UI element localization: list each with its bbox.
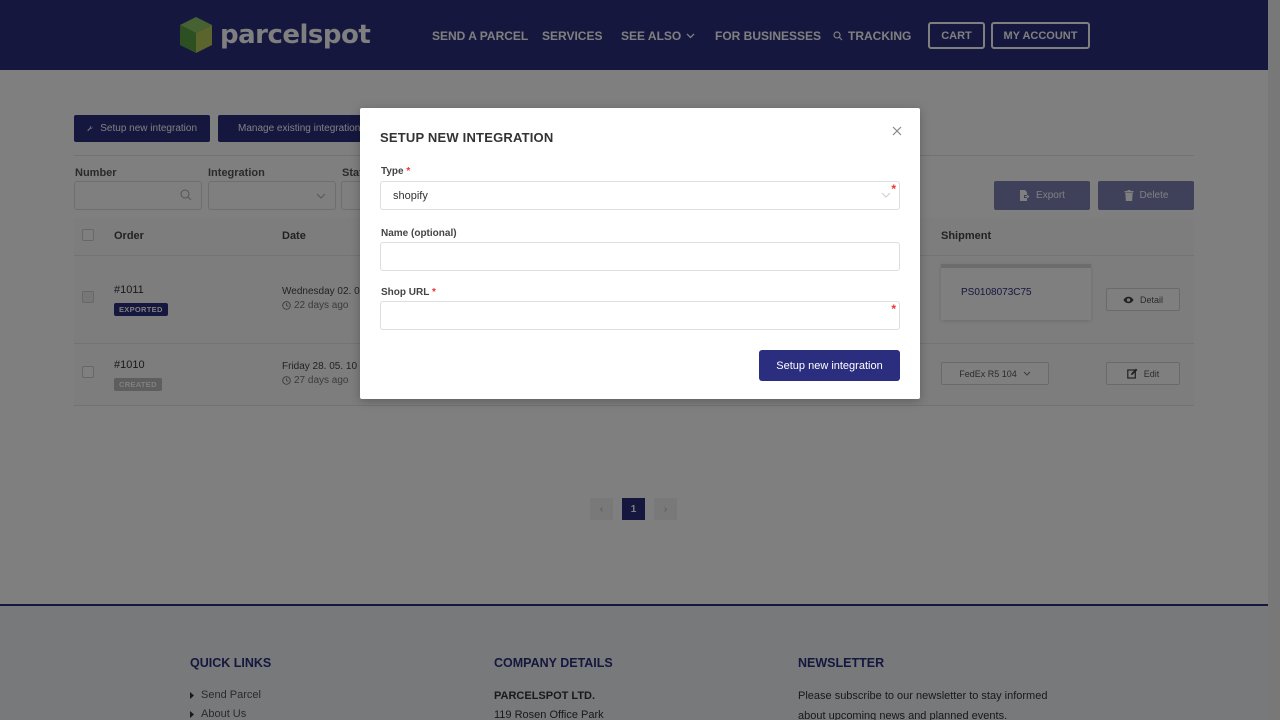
name-input[interactable]: [380, 242, 900, 271]
shop-url-label-text: Shop URL: [381, 287, 430, 298]
required-indicator: *: [891, 182, 896, 196]
name-label: Name (optional): [381, 228, 457, 239]
type-select[interactable]: shopify *: [380, 181, 900, 210]
type-label-text: Type: [381, 166, 404, 177]
type-label: Type *: [381, 166, 410, 177]
required-mark: *: [431, 287, 436, 298]
chevron-down-icon: [881, 192, 891, 198]
submit-setup-integration-button[interactable]: Setup new integration: [759, 350, 900, 381]
setup-integration-modal: SETUP NEW INTEGRATION Type * shopify * N…: [360, 108, 920, 399]
shop-url-label: Shop URL *: [381, 287, 436, 298]
shop-url-input[interactable]: *: [380, 301, 900, 330]
close-icon[interactable]: [890, 124, 904, 138]
required-mark: *: [406, 166, 411, 177]
required-indicator: *: [891, 302, 896, 316]
type-select-value: shopify: [393, 190, 428, 202]
modal-title: SETUP NEW INTEGRATION: [380, 130, 554, 145]
